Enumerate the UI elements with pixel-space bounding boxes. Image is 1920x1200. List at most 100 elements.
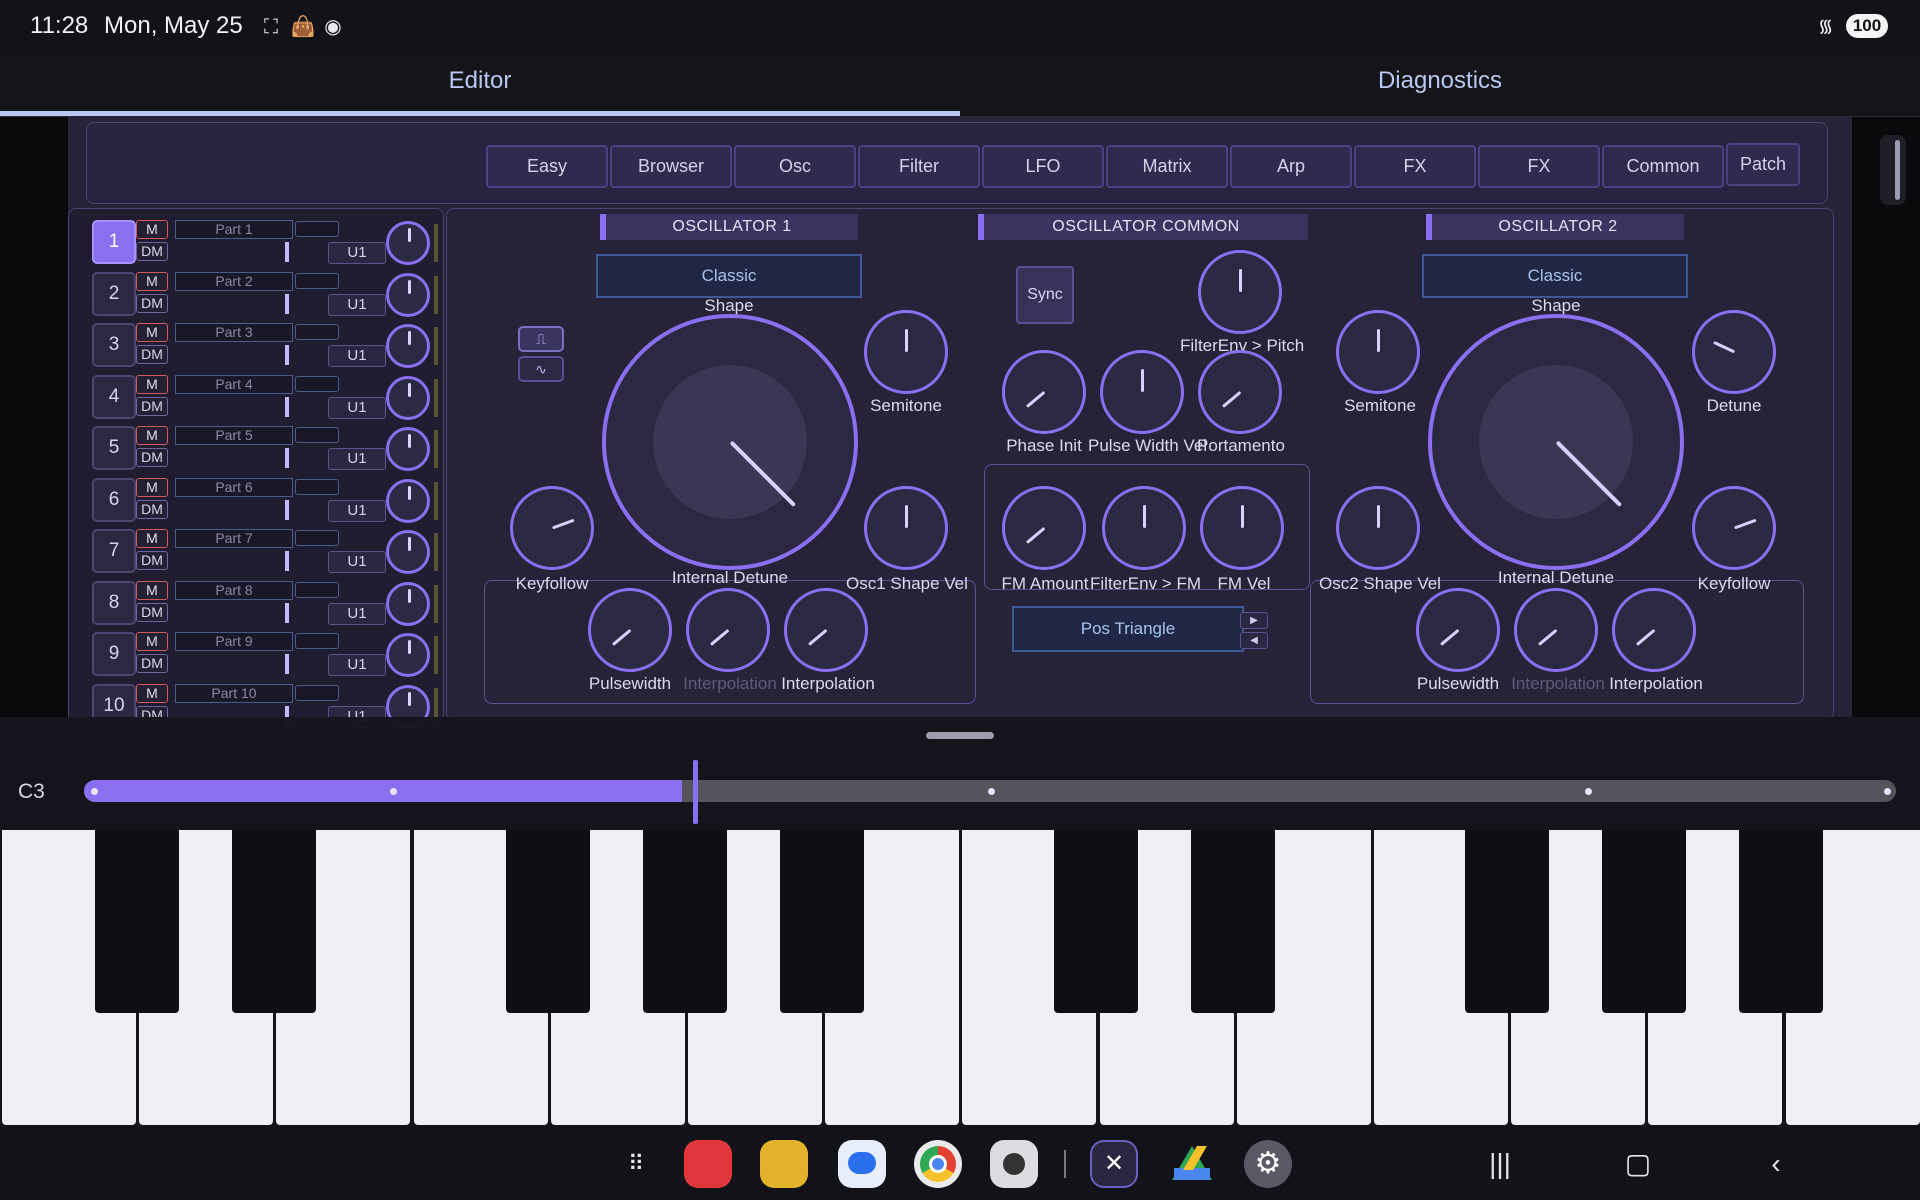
nav-matrix-button[interactable]: Matrix <box>1106 145 1228 188</box>
part-name-field[interactable]: Part 9 <box>175 632 293 651</box>
part-unit-button[interactable]: U1 <box>328 396 386 419</box>
part-volume-slider[interactable] <box>285 293 289 314</box>
part-mute-button[interactable]: M <box>136 426 168 445</box>
part-name-field[interactable]: Part 4 <box>175 374 293 394</box>
fm-mode-select[interactable]: Pos Triangle <box>1012 606 1244 652</box>
part-pan-knob[interactable] <box>386 324 430 368</box>
keyboard-range-handle[interactable] <box>693 760 698 824</box>
black-key[interactable] <box>1602 830 1686 1013</box>
notes-app-icon[interactable] <box>684 1140 732 1188</box>
drag-handle[interactable] <box>926 732 994 739</box>
part-mute-button[interactable]: M <box>136 323 168 342</box>
nav-easy-button[interactable]: Easy <box>486 145 608 188</box>
black-key[interactable] <box>1191 830 1275 1013</box>
osc1-shape-knob[interactable] <box>602 314 858 570</box>
part-unit-button[interactable]: U1 <box>328 448 386 470</box>
files-app-icon[interactable] <box>760 1140 808 1188</box>
black-key[interactable] <box>232 830 316 1013</box>
part-channel-field[interactable] <box>295 684 339 701</box>
nav-osc-button[interactable]: Osc <box>734 145 856 188</box>
osc2-shape-vel-knob[interactable] <box>1336 486 1420 570</box>
part-name-field[interactable]: Part 1 <box>175 220 293 239</box>
black-key[interactable] <box>95 830 179 1013</box>
nav-patch-button[interactable]: Patch <box>1726 143 1800 186</box>
part-volume-slider[interactable] <box>285 448 289 468</box>
fm-mode-prev-icon[interactable]: ◀ <box>1240 632 1268 649</box>
part-volume-slider[interactable] <box>285 602 289 623</box>
drive-app-icon[interactable] <box>1168 1140 1216 1188</box>
part-pan-knob[interactable] <box>386 581 430 626</box>
part-unit-button[interactable]: U1 <box>328 293 386 316</box>
phase-init-knob[interactable] <box>1002 350 1086 434</box>
nav-browser-button[interactable]: Browser <box>610 145 732 188</box>
part-volume-slider[interactable] <box>285 551 289 571</box>
part-volume-slider[interactable] <box>285 654 289 674</box>
part-unit-button[interactable]: U1 <box>328 602 386 625</box>
osc2-keyfollow-knob[interactable] <box>1692 486 1776 570</box>
part-channel-field[interactable] <box>295 427 339 443</box>
home-nav-icon[interactable]: ▢ <box>1614 1140 1662 1188</box>
part-volume-slider[interactable] <box>285 396 289 417</box>
osc1-shape-select[interactable]: Classic <box>596 254 862 298</box>
part-number-button[interactable]: 2 <box>92 271 136 316</box>
part-number-button[interactable]: 8 <box>92 580 136 625</box>
part-unit-button[interactable]: U1 <box>328 345 386 367</box>
part-pan-knob[interactable] <box>386 221 430 265</box>
part-dm-button[interactable]: DM <box>136 448 168 467</box>
square-wave-icon[interactable]: ⎍ <box>518 326 564 352</box>
part-channel-field[interactable] <box>295 633 339 649</box>
osc1-interpolation-dim-knob[interactable] <box>686 588 770 672</box>
part-dm-button[interactable]: DM <box>136 654 168 673</box>
part-mute-button[interactable]: M <box>136 529 168 548</box>
part-mute-button[interactable]: M <box>136 374 168 394</box>
nav-filter-button[interactable]: Filter <box>858 145 980 188</box>
part-name-field[interactable]: Part 5 <box>175 426 293 445</box>
portamento-knob[interactable] <box>1198 350 1282 434</box>
part-mute-button[interactable]: M <box>136 580 168 600</box>
part-number-button[interactable]: 6 <box>92 477 136 522</box>
fm-amount-knob[interactable] <box>1002 486 1086 570</box>
black-key[interactable] <box>1739 830 1823 1013</box>
part-mute-button[interactable]: M <box>136 220 168 239</box>
part-channel-field[interactable] <box>295 221 339 237</box>
part-mute-button[interactable]: M <box>136 477 168 497</box>
osc2-pulsewidth-knob[interactable] <box>1416 588 1500 672</box>
osc2-interpolation-dim-knob[interactable] <box>1514 588 1598 672</box>
filterenv-fm-knob[interactable] <box>1102 486 1186 570</box>
nav-common-button[interactable]: Common <box>1602 145 1724 188</box>
part-unit-button[interactable]: U1 <box>328 242 386 264</box>
osc1-interpolation-knob[interactable] <box>784 588 868 672</box>
part-volume-slider[interactable] <box>285 499 289 520</box>
part-dm-button[interactable]: DM <box>136 499 168 519</box>
part-number-button[interactable]: 9 <box>92 632 136 676</box>
app-drawer-icon[interactable]: ⠿ <box>612 1140 660 1188</box>
black-key[interactable] <box>643 830 727 1013</box>
osc2-shape-knob[interactable] <box>1428 314 1684 570</box>
black-key[interactable] <box>1465 830 1549 1013</box>
part-pan-knob[interactable] <box>386 375 430 420</box>
nav-lfo-button[interactable]: LFO <box>982 145 1104 188</box>
part-mute-button[interactable]: M <box>136 271 168 291</box>
part-channel-field[interactable] <box>295 581 339 598</box>
part-unit-button[interactable]: U1 <box>328 654 386 676</box>
synth-app-icon[interactable]: ✕ <box>1090 1140 1138 1188</box>
nav-fx2-button[interactable]: FX <box>1478 145 1600 188</box>
part-channel-field[interactable] <box>295 272 339 289</box>
black-key[interactable] <box>1054 830 1138 1013</box>
osc2-shape-select[interactable]: Classic <box>1422 254 1688 298</box>
part-dm-button[interactable]: DM <box>136 293 168 313</box>
sine-wave-icon[interactable]: ∿ <box>518 356 564 382</box>
messages-app-icon[interactable] <box>838 1140 886 1188</box>
part-pan-knob[interactable] <box>386 530 430 574</box>
black-key[interactable] <box>780 830 864 1013</box>
part-volume-slider[interactable] <box>285 242 289 262</box>
part-pan-knob[interactable] <box>386 427 430 471</box>
sync-button[interactable]: Sync <box>1016 266 1074 324</box>
part-mute-button[interactable]: M <box>136 683 168 703</box>
part-dm-button[interactable]: DM <box>136 602 168 622</box>
part-dm-button[interactable]: DM <box>136 242 168 261</box>
osc1-semitone-knob[interactable] <box>864 310 948 394</box>
recents-nav-icon[interactable]: ||| <box>1476 1140 1524 1188</box>
osc1-keyfollow-knob[interactable] <box>510 486 594 570</box>
nav-fx-button[interactable]: FX <box>1354 145 1476 188</box>
